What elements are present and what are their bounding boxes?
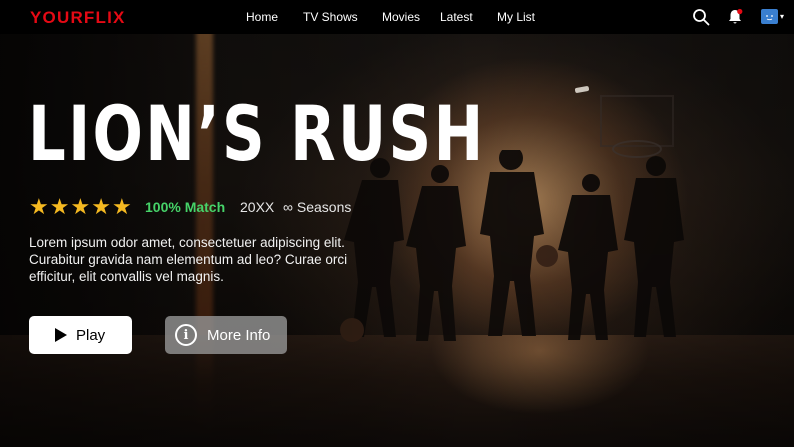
search-icon[interactable]	[692, 8, 710, 26]
bell-icon[interactable]	[726, 8, 744, 26]
nav-item-latest[interactable]: Latest	[440, 10, 473, 24]
info-icon: i	[175, 324, 197, 346]
star-icon: ★	[29, 194, 49, 219]
star-icon: ★	[111, 194, 132, 219]
brand-logo[interactable]: YOURFLIX	[30, 8, 126, 28]
play-icon	[55, 328, 67, 342]
play-button-label: Play	[76, 326, 106, 344]
avatar[interactable]	[761, 9, 778, 24]
more-info-button-label: More Info	[207, 326, 271, 344]
nav-item-movies[interactable]: Movies	[382, 10, 420, 24]
top-navigation-bar: YOURFLIX Home TV Shows Movies Latest My …	[0, 0, 794, 34]
hero-background	[0, 0, 794, 447]
star-icon: ★	[91, 194, 111, 219]
nav-item-my-list[interactable]: My List	[497, 10, 535, 24]
notification-badge	[737, 8, 743, 15]
play-button[interactable]: Play	[29, 316, 132, 354]
match-score: 100% Match	[145, 199, 226, 215]
star-icon: ★	[49, 194, 70, 219]
season-count: ∞ Seasons	[283, 199, 352, 215]
star-icon: ★	[70, 194, 91, 219]
chevron-down-icon[interactable]: ▾	[780, 12, 784, 21]
nav-item-tv-shows[interactable]: TV Shows	[303, 10, 358, 24]
more-info-button[interactable]: i More Info	[165, 316, 287, 354]
release-year: 20XX	[240, 199, 275, 215]
hero-vignette	[0, 0, 794, 447]
show-description: Lorem ipsum odor amet, consectetuer adip…	[29, 235, 348, 284]
show-title: LION’S RUSH	[28, 89, 486, 178]
nav-item-home[interactable]: Home	[246, 10, 278, 24]
avatar-face-icon	[766, 15, 773, 21]
star-rating: ★ ★ ★ ★ ★	[29, 196, 132, 218]
